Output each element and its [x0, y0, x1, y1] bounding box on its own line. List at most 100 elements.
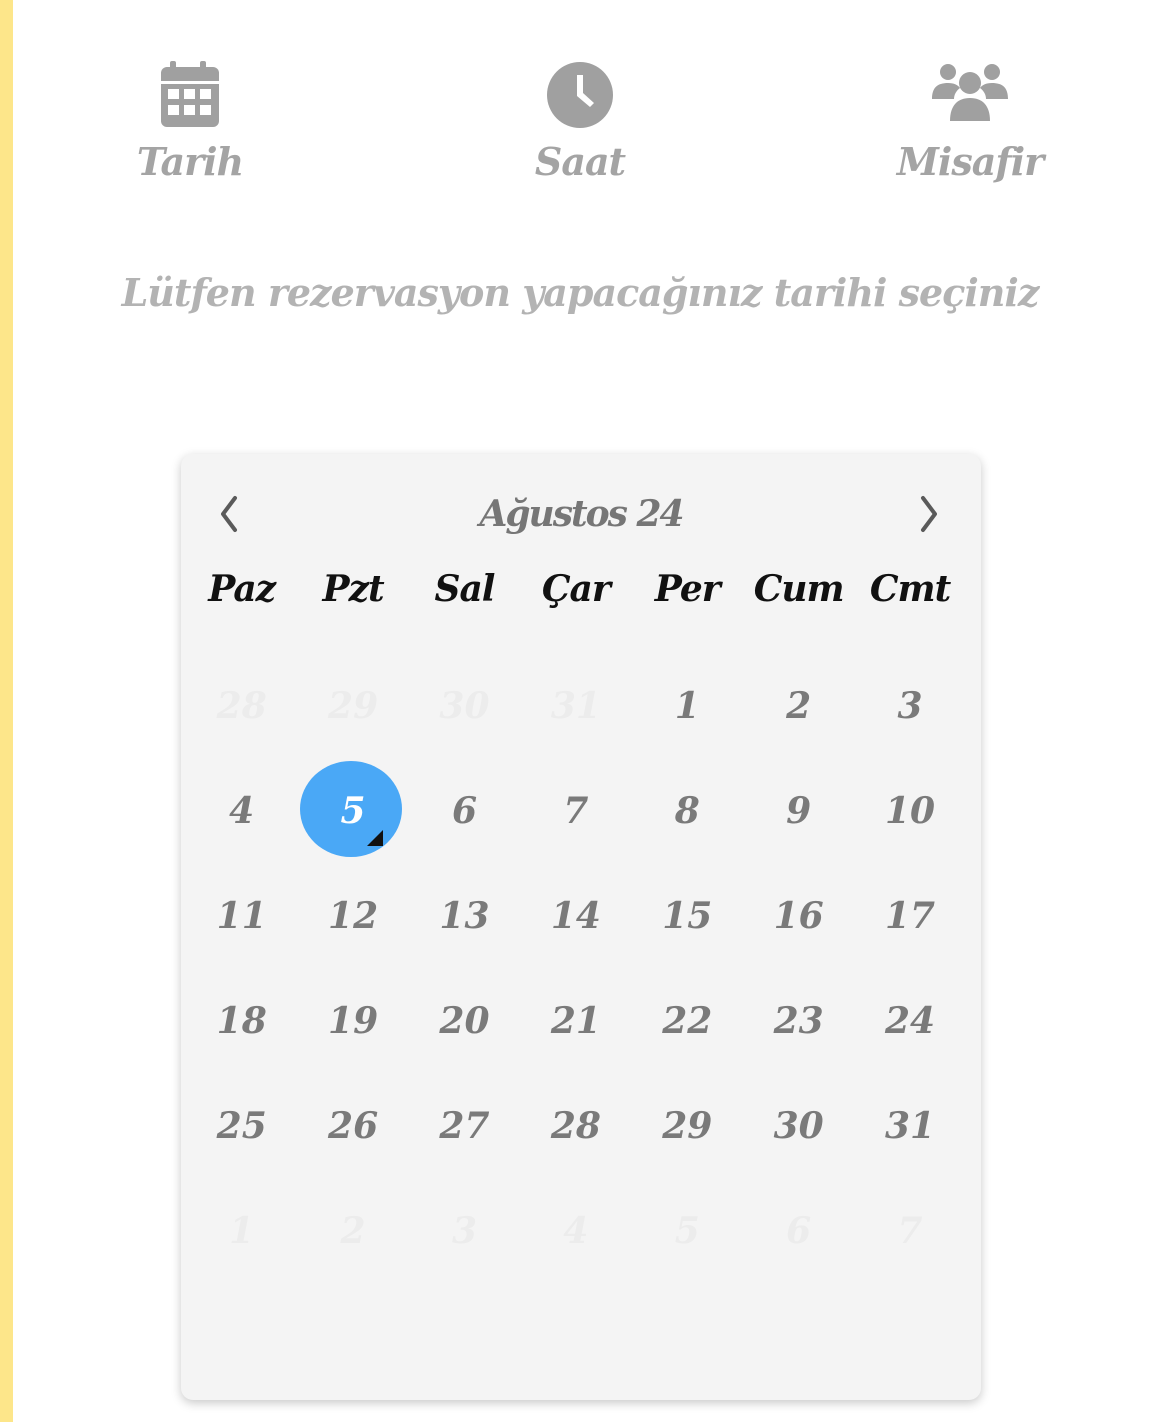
calendar-day-number: 13	[439, 895, 490, 937]
calendar-day-outside-month: 2	[297, 1179, 408, 1284]
calendar-day-number: 12	[328, 895, 379, 937]
calendar-day-number: 17	[884, 895, 936, 937]
calendar-day[interactable]: 24	[854, 969, 965, 1074]
calendar-day-number: 2	[340, 1210, 366, 1252]
calendar-day[interactable]: 31	[854, 1074, 965, 1179]
weekday-header-row: Paz Pzt Sal Çar Per Cum Cmt	[186, 559, 966, 619]
clock-icon	[547, 62, 613, 128]
calendar-day[interactable]: 15	[632, 864, 743, 969]
calendar-day-number: 28	[216, 685, 267, 727]
step-guests-label: Misafir	[896, 139, 1044, 184]
calendar-day[interactable]: 9	[743, 759, 854, 864]
calendar-header: Ağustos 24	[181, 474, 981, 544]
calendar-day[interactable]: 27	[409, 1074, 520, 1179]
calendar-day[interactable]: 18	[186, 969, 297, 1074]
calendar-day[interactable]: 29	[632, 1074, 743, 1179]
calendar-day-number: 27	[439, 1105, 490, 1147]
calendar-day-number: 28	[550, 1105, 601, 1147]
step-time-label: Saat	[534, 139, 626, 184]
calendar-day-number: 19	[328, 1000, 379, 1042]
calendar-day-number: 30	[773, 1105, 824, 1147]
weekday-label: Pzt	[322, 568, 385, 610]
chevron-right-icon	[921, 496, 937, 532]
users-icon	[932, 64, 1008, 121]
month-title[interactable]: Ağustos 24	[181, 474, 981, 554]
calendar-day-outside-month: 6	[743, 1179, 854, 1284]
calendar-day-outside-month: 5	[632, 1179, 743, 1284]
calendar-day[interactable]: 19	[297, 969, 408, 1074]
calendar-day[interactable]: 20	[409, 969, 520, 1074]
step-guests[interactable]: Misafir	[870, 55, 1070, 184]
calendar-day-number: 31	[550, 685, 601, 727]
calendar-day-number: 23	[773, 1000, 824, 1042]
calendar-day[interactable]: 17	[854, 864, 965, 969]
step-date[interactable]: Tarih	[90, 55, 290, 184]
weekday-label: Çar	[541, 568, 611, 610]
calendar-week-row: 1 2 3 4 5 6 7	[186, 1179, 966, 1284]
chevron-left-icon	[221, 496, 237, 532]
calendar-day[interactable]: 12	[297, 864, 408, 969]
calendar-day-outside-month: 31	[520, 654, 631, 759]
calendar-week-row: 18 19 20 21 22 23 24	[186, 969, 966, 1074]
calendar-day-number: 16	[773, 895, 824, 937]
calendar-week-row: 4 5 6 7 8 9 10	[186, 759, 966, 864]
calendar-day[interactable]: 26	[297, 1074, 408, 1179]
calendar-day[interactable]: 25	[186, 1074, 297, 1179]
calendar-day[interactable]: 10	[854, 759, 965, 864]
calendar-day-outside-month: 1	[186, 1179, 297, 1284]
calendar-day[interactable]: 1	[632, 654, 743, 759]
calendar-week-row: 25 26 27 28 29 30 31	[186, 1074, 966, 1179]
step-time[interactable]: Saat	[480, 55, 680, 184]
calendar-day[interactable]: 3	[854, 654, 965, 759]
calendar-day[interactable]: 28	[520, 1074, 631, 1179]
calendar-day-number: 24	[884, 1000, 936, 1042]
calendar-day-number: 3	[897, 685, 923, 727]
weekday-label: Cum	[753, 568, 845, 610]
calendar-day[interactable]: 11	[186, 864, 297, 969]
calendar-day[interactable]: 7	[520, 759, 631, 864]
calendar-day[interactable]: 13	[409, 864, 520, 969]
date-picker: Ağustos 24 Paz Pzt Sal Çar Per Cum Cmt 2…	[181, 454, 981, 1400]
prev-month-button[interactable]	[193, 474, 263, 544]
calendar-day-number: 4	[229, 790, 255, 832]
calendar-day-number: 8	[674, 790, 700, 832]
calendar-day[interactable]: 16	[743, 864, 854, 969]
calendar-day-number: 22	[662, 1000, 713, 1042]
next-month-button[interactable]	[895, 474, 965, 544]
calendar-day-number: 6	[786, 1210, 812, 1252]
calendar-day-number: 18	[216, 1000, 267, 1042]
calendar-day[interactable]: 23	[743, 969, 854, 1074]
calendar-day-number: 7	[563, 790, 589, 832]
reservation-steps: Tarih Saat Misafir	[0, 55, 1160, 195]
calendar-day[interactable]: 6	[409, 759, 520, 864]
calendar-day[interactable]: 14	[520, 864, 631, 969]
calendar-day-number: 21	[550, 1000, 601, 1042]
calendar-day-outside-month: 4	[520, 1179, 631, 1284]
calendar-day-number: 15	[662, 895, 713, 937]
left-accent-bar	[0, 0, 13, 1422]
calendar-day-number: 11	[216, 895, 267, 937]
calendar-day[interactable]: 30	[743, 1074, 854, 1179]
calendar-day-outside-month: 29	[297, 654, 408, 759]
calendar-day-number: 29	[328, 685, 379, 727]
calendar-day-number: 14	[550, 895, 601, 937]
calendar-day-number: 9	[786, 790, 812, 832]
calendar-day-number: 26	[328, 1105, 379, 1147]
calendar-day[interactable]: 4	[186, 759, 297, 864]
calendar-days-grid: 28 29 30 31 1 2 3 4 5 6 7 8 9 10 11 12 13 14 15 16 17 18 19 20 2…	[186, 654, 966, 1284]
calendar-day-number: 5	[674, 1210, 700, 1252]
calendar-day[interactable]: 22	[632, 969, 743, 1074]
weekday-label: Paz	[208, 568, 276, 610]
calendar-day-number: 4	[563, 1210, 589, 1252]
calendar-week-row: 11 12 13 14 15 16 17	[186, 864, 966, 969]
calendar-day-number: 1	[229, 1210, 255, 1252]
calendar-day[interactable]: 2	[743, 654, 854, 759]
calendar-day-number: 6	[451, 790, 477, 832]
calendar-day-selected[interactable]: 5	[297, 759, 408, 864]
calendar-icon	[161, 61, 219, 127]
calendar-day-outside-month: 7	[854, 1179, 965, 1284]
step-date-label: Tarih	[136, 139, 244, 184]
calendar-week-row: 28 29 30 31 1 2 3	[186, 654, 966, 759]
calendar-day[interactable]: 21	[520, 969, 631, 1074]
calendar-day[interactable]: 8	[632, 759, 743, 864]
